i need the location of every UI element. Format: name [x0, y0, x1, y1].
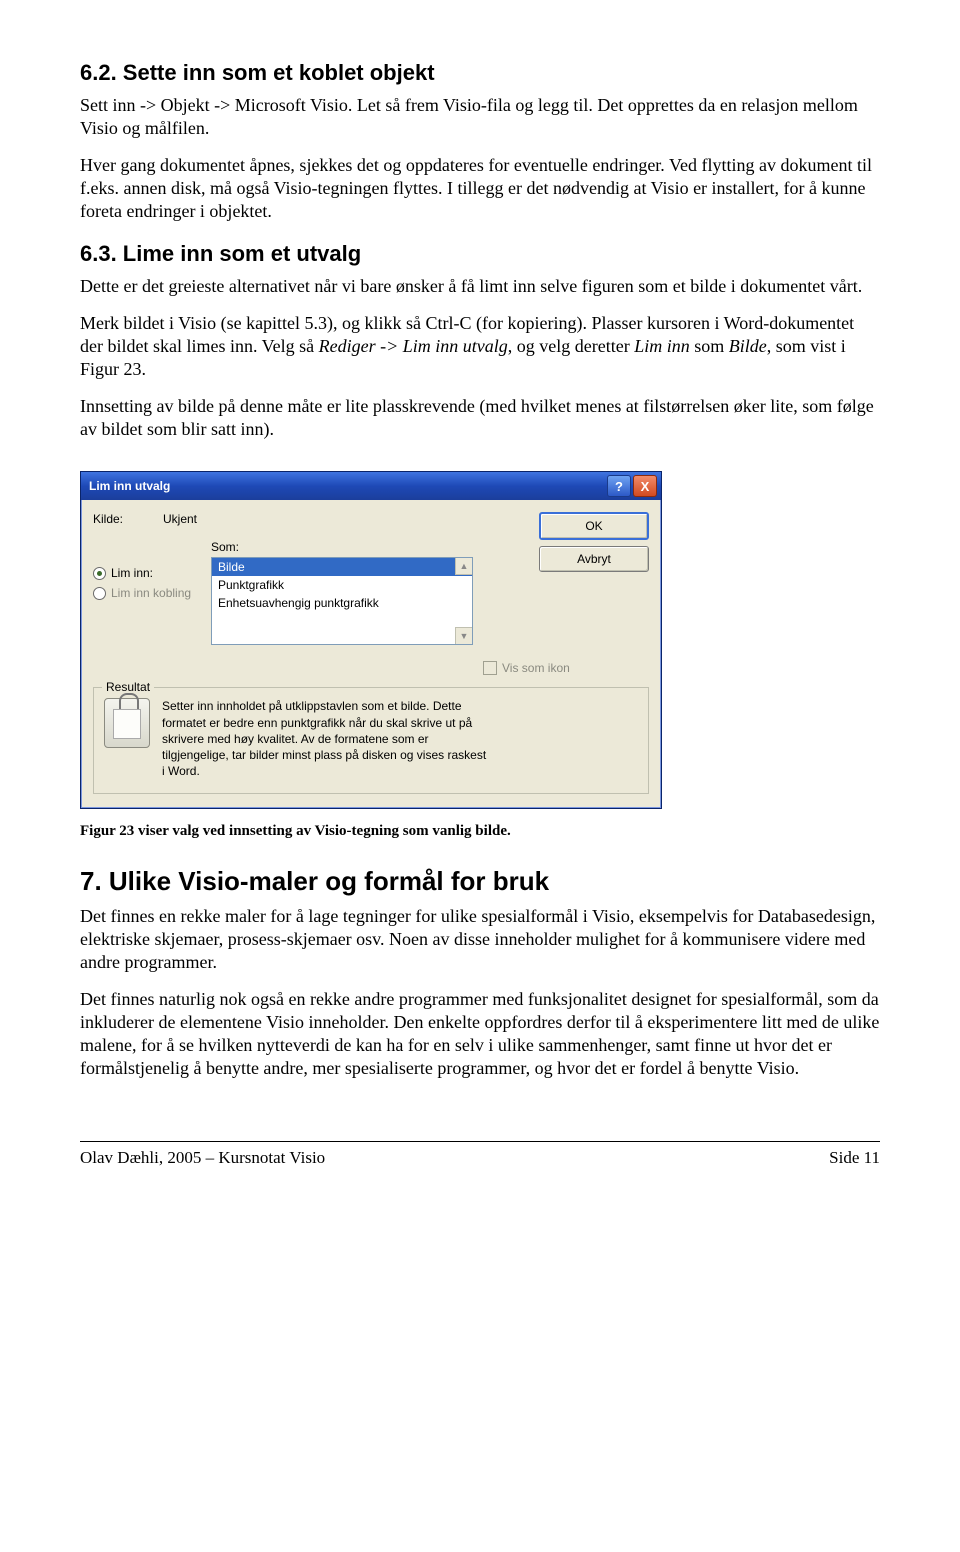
scroll-down-icon[interactable]: ▼: [455, 627, 472, 644]
dialog-titlebar: Lim inn utvalg ? X: [81, 472, 661, 500]
heading-6-3: 6.3. Lime inn som et utvalg: [80, 241, 880, 267]
para-6-3-2e: som: [690, 336, 729, 356]
radio-icon: [93, 587, 106, 600]
para-7-2: Det finnes naturlig nok også en rekke an…: [80, 988, 880, 1080]
figure-caption: Figur 23 viser valg ved innsetting av Vi…: [80, 823, 880, 840]
source-value: Ukjent: [163, 512, 197, 526]
para-6-3-3: Innsetting av bilde på denne måte er lit…: [80, 395, 880, 441]
dialog-button-column: OK Avbryt: [539, 512, 649, 572]
titlebar-buttons: ? X: [607, 475, 657, 497]
page-footer: Olav Dæhli, 2005 – Kursnotat Visio Side …: [80, 1148, 880, 1168]
para-6-3-2c: , og velg deretter: [508, 336, 634, 356]
dialog-figure: Lim inn utvalg ? X OK Avbryt Kilde: Ukje…: [80, 471, 880, 809]
radio-icon: [93, 567, 106, 580]
result-row: Setter inn innholdet på utklippstavlen s…: [104, 698, 638, 779]
para-6-2-2: Hver gang dokumentet åpnes, sjekkes det …: [80, 154, 880, 223]
para-6-3-2f: Bilde: [729, 336, 767, 356]
radio-column: Lim inn: Lim inn kobling: [93, 540, 211, 645]
para-6-3-2b: Rediger -> Lim inn utvalg: [319, 336, 508, 356]
ok-button[interactable]: OK: [539, 512, 649, 540]
list-item[interactable]: Bilde: [212, 558, 472, 576]
radio-paste-link: Lim inn kobling: [93, 586, 211, 600]
clipboard-icon: [104, 698, 150, 748]
dialog-title: Lim inn utvalg: [89, 479, 170, 493]
heading-6-2: 6.2. Sette inn som et koblet objekt: [80, 60, 880, 86]
para-6-3-1: Dette er det greieste alternativet når v…: [80, 275, 880, 298]
result-legend: Resultat: [102, 680, 154, 694]
radio-paste[interactable]: Lim inn:: [93, 566, 211, 580]
para-6-2-1: Sett inn -> Objekt -> Microsoft Visio. L…: [80, 94, 880, 140]
list-item[interactable]: Punktgrafikk: [212, 576, 472, 594]
result-text: Setter inn innholdet på utklippstavlen s…: [162, 698, 492, 779]
show-as-icon-label: Vis som ikon: [502, 661, 570, 675]
as-wrap: Som: Bilde Punktgrafikk Enhetsuavhengig …: [211, 540, 473, 645]
help-button[interactable]: ?: [607, 475, 631, 497]
para-6-3-2: Merk bildet i Visio (se kapittel 5.3), o…: [80, 312, 880, 381]
dialog-body: OK Avbryt Kilde: Ukjent Lim inn:: [81, 500, 661, 808]
footer-divider: [80, 1141, 880, 1142]
format-listbox[interactable]: Bilde Punktgrafikk Enhetsuavhengig punkt…: [211, 557, 473, 645]
paste-special-dialog: Lim inn utvalg ? X OK Avbryt Kilde: Ukje…: [80, 471, 662, 809]
show-as-icon-row: Vis som ikon: [483, 661, 649, 675]
source-label: Kilde:: [93, 512, 163, 526]
radio-paste-link-label: Lim inn kobling: [111, 586, 191, 600]
list-item[interactable]: Enhetsuavhengig punktgrafikk: [212, 594, 472, 612]
checkbox-icon: [483, 661, 497, 675]
radio-paste-label: Lim inn:: [111, 566, 153, 580]
result-fieldset: Resultat Setter inn innholdet på utklipp…: [93, 687, 649, 794]
cancel-button[interactable]: Avbryt: [539, 546, 649, 572]
para-6-3-2d: Lim inn: [634, 336, 690, 356]
footer-right: Side 11: [829, 1148, 880, 1168]
as-label: Som:: [211, 540, 473, 554]
close-button[interactable]: X: [633, 475, 657, 497]
footer-left: Olav Dæhli, 2005 – Kursnotat Visio: [80, 1148, 325, 1168]
heading-7: 7. Ulike Visio-maler og formål for bruk: [80, 866, 880, 897]
scroll-up-icon[interactable]: ▲: [455, 558, 472, 575]
para-7-1: Det finnes en rekke maler for å lage teg…: [80, 905, 880, 974]
page: 6.2. Sette inn som et koblet objekt Sett…: [0, 0, 960, 1208]
